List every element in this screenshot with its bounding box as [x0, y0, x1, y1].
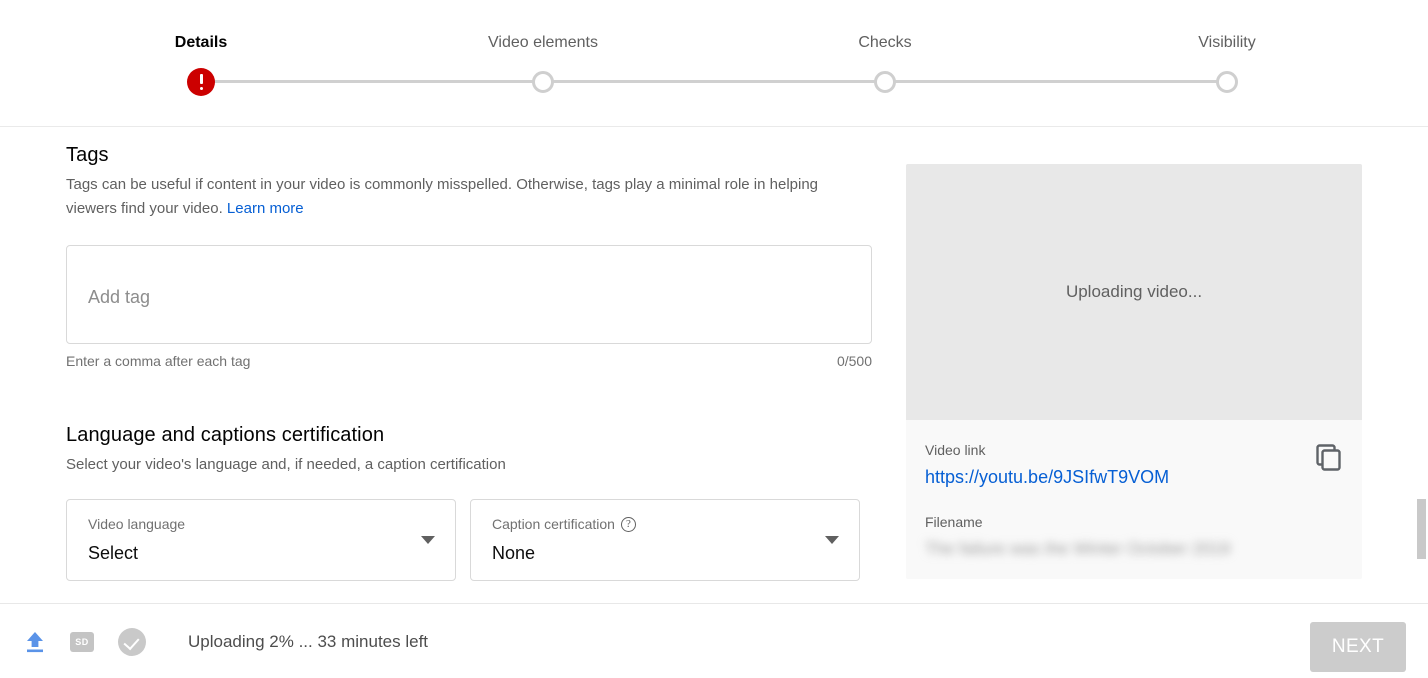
preview-column: Uploading video... Video link https://yo… — [906, 164, 1362, 579]
caption-certification-value: None — [492, 543, 536, 563]
language-description: Select your video's language and, if nee… — [66, 456, 506, 473]
stepper-track — [201, 80, 1228, 83]
caption-certification-label: Caption certification ? — [492, 514, 636, 534]
caption-certification-label-text: Caption certification — [492, 516, 615, 532]
chevron-down-icon — [825, 536, 839, 544]
tags-section: Tags Tags can be useful if content in yo… — [66, 141, 872, 371]
video-language-label: Video language — [88, 514, 185, 534]
tags-character-counter: 0/500 — [836, 353, 872, 369]
upload-icon-slot — [22, 629, 70, 655]
upload-status-row: SD Uploading 2% ... 33 minutes left — [22, 628, 428, 656]
upload-details-dialog: Details Video elements Checks Visibility… — [0, 0, 1428, 678]
help-circle-icon[interactable]: ? — [620, 516, 636, 532]
step-label-video-elements[interactable]: Video elements — [483, 31, 603, 55]
step-label-visibility[interactable]: Visibility — [1167, 31, 1287, 55]
step-label-checks[interactable]: Checks — [825, 31, 945, 55]
scrollbar-track[interactable] — [1414, 127, 1428, 603]
filename-label: Filename — [925, 514, 983, 530]
circle-outline-icon — [874, 71, 896, 93]
video-language-label-text: Video language — [88, 516, 186, 532]
scrollbar-thumb[interactable] — [1417, 499, 1426, 559]
thumbnail-status-text: Uploading video... — [1065, 282, 1203, 301]
checks-complete-icon — [118, 628, 146, 656]
error-exclamation-icon — [187, 68, 215, 96]
tags-helper-text: Enter a comma after each tag — [66, 353, 251, 369]
language-section: Language and captions certification Sele… — [66, 421, 872, 581]
circle-outline-icon — [1216, 71, 1238, 93]
language-title: Language and captions certification — [66, 424, 385, 446]
tags-description: Tags can be useful if content in your vi… — [66, 173, 856, 221]
dialog-footer: SD Uploading 2% ... 33 minutes left NEXT — [0, 604, 1428, 678]
video-preview-card: Uploading video... Video link https://yo… — [906, 164, 1362, 579]
caption-certification-select[interactable]: Caption certification ? None — [470, 499, 860, 581]
step-node-video-elements[interactable] — [529, 68, 557, 96]
sd-quality-badge-icon: SD — [70, 632, 94, 652]
step-label-details[interactable]: Details — [141, 31, 261, 55]
video-language-value: Select — [88, 543, 139, 563]
step-node-visibility[interactable] — [1213, 68, 1241, 96]
tags-footer: Enter a comma after each tag 0/500 — [66, 351, 872, 371]
video-link-url[interactable]: https://youtu.be/9JSIfwT9VOM — [925, 464, 1343, 490]
upload-stepper: Details Video elements Checks Visibility — [0, 0, 1428, 126]
preview-card-info: Video link https://youtu.be/9JSIfwT9VOM … — [906, 420, 1362, 579]
language-selects-row: Video language Select Caption certificat… — [66, 499, 872, 581]
tags-learn-more-link[interactable]: Learn more — [227, 200, 304, 217]
stepper-labels: Details Video elements Checks Visibility — [0, 31, 1428, 55]
circle-outline-icon — [532, 71, 554, 93]
video-thumbnail: Uploading video... — [906, 164, 1362, 420]
step-node-details[interactable] — [187, 68, 215, 96]
tags-description-text: Tags can be useful if content in your vi… — [66, 176, 819, 217]
dialog-body: Tags Tags can be useful if content in yo… — [0, 127, 1428, 603]
upload-arrow-icon — [22, 629, 48, 655]
checks-icon-slot — [118, 628, 166, 656]
video-language-select[interactable]: Video language Select — [66, 499, 456, 581]
copy-icon[interactable] — [1311, 440, 1345, 474]
tag-input[interactable]: Add tag — [66, 245, 872, 344]
filename-value: The failure was the Winter October 2019 — [925, 539, 1231, 558]
video-link-label: Video link — [925, 442, 986, 458]
chevron-down-icon — [421, 536, 435, 544]
tags-title: Tags — [66, 144, 109, 166]
upload-status-text: Uploading 2% ... 33 minutes left — [188, 632, 429, 651]
tag-input-placeholder: Add tag — [88, 287, 151, 307]
next-button[interactable]: NEXT — [1310, 622, 1406, 672]
step-node-checks[interactable] — [871, 68, 899, 96]
sd-badge-slot: SD — [70, 632, 118, 652]
